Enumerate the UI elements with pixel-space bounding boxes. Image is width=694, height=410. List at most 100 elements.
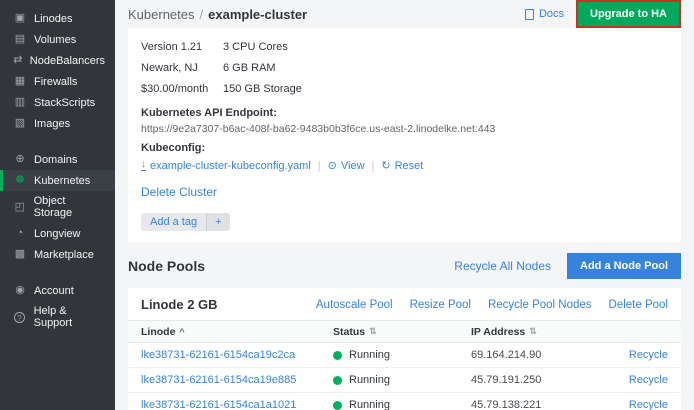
sidebar-item-label: Account: [34, 285, 74, 297]
sidebar-item-label: Domains: [34, 154, 77, 166]
docs-link-label: Docs: [539, 8, 564, 20]
firewalls-icon: [13, 75, 27, 88]
api-endpoint-url: https://9e2a7307-b6ac-408f-ba62-9483b0b3…: [141, 123, 668, 135]
delete-cluster-link[interactable]: Delete Cluster: [141, 185, 217, 199]
spec-price: $30.00/month: [141, 79, 223, 100]
resize-pool-link[interactable]: Resize Pool: [410, 299, 471, 311]
sidebar-item-label: Images: [34, 118, 70, 130]
sidebar-item-label: NodeBalancers: [30, 55, 105, 67]
sidebar-item-help-support[interactable]: Help & Support: [0, 301, 115, 333]
spec-region: Newark, NJ: [141, 58, 223, 79]
sidebar-item-marketplace[interactable]: Marketplace: [0, 244, 115, 265]
recycle-pool-nodes-link[interactable]: Recycle Pool Nodes: [488, 299, 592, 311]
sidebar-item-longview[interactable]: Longview: [0, 223, 115, 244]
sidebar-item-object-storage[interactable]: Object Storage: [0, 191, 115, 223]
linode-link[interactable]: lke38731-62161-6154ca1a1021: [141, 399, 333, 410]
table-row: lke38731-62161-6154ca19c2ca Running 69.1…: [128, 343, 681, 368]
docs-icon: [525, 9, 534, 20]
node-pool-card: Linode 2 GB Autoscale Pool Resize Pool R…: [128, 288, 681, 410]
api-endpoint-label: Kubernetes API Endpoint:: [141, 107, 668, 119]
ip-address: 45.79.138.221: [471, 399, 606, 410]
kubernetes-icon: [13, 174, 27, 187]
status-running-icon: [333, 376, 342, 385]
plus-icon: +: [206, 213, 229, 231]
node-pools-header: Node Pools Recycle All Nodes Add a Node …: [128, 253, 681, 279]
sort-icon: ⇅: [369, 326, 377, 337]
recycle-link[interactable]: Recycle: [606, 374, 668, 386]
images-icon: [13, 117, 27, 130]
delete-pool-link[interactable]: Delete Pool: [609, 299, 668, 311]
topbar-actions: Docs Upgrade to HA: [525, 0, 681, 28]
volumes-icon: [13, 33, 27, 46]
pool-actions: Autoscale Pool Resize Pool Recycle Pool …: [316, 299, 668, 311]
status-cell: Running: [333, 374, 471, 386]
sidebar-item-kubernetes[interactable]: Kubernetes: [0, 170, 115, 191]
kubeconfig-reset-link[interactable]: Reset: [381, 159, 423, 172]
status-label: Running: [349, 349, 390, 361]
linode-link[interactable]: lke38731-62161-6154ca19e885: [141, 374, 333, 386]
nodebalancers-icon: [13, 54, 23, 67]
autoscale-pool-link[interactable]: Autoscale Pool: [316, 299, 393, 311]
breadcrumb-kubernetes-link[interactable]: Kubernetes: [128, 7, 195, 22]
table-row: lke38731-62161-6154ca19e885 Running 45.7…: [128, 368, 681, 393]
add-node-pool-button[interactable]: Add a Node Pool: [567, 253, 681, 279]
reset-icon: [381, 159, 390, 172]
linode-link[interactable]: lke38731-62161-6154ca19c2ca: [141, 349, 333, 361]
node-pools-title: Node Pools: [128, 258, 205, 274]
app-window: Linodes Volumes NodeBalancers Firewalls …: [0, 0, 694, 410]
longview-icon: [13, 227, 27, 240]
column-header-ip-address[interactable]: IP Address ⇅: [471, 326, 606, 338]
upgrade-to-ha-button[interactable]: Upgrade to HA: [578, 2, 679, 26]
recycle-link[interactable]: Recycle: [606, 399, 668, 410]
sidebar-item-volumes[interactable]: Volumes: [0, 29, 115, 50]
annotation-highlight-box: Upgrade to HA: [576, 0, 681, 28]
sort-icon: ⇅: [529, 326, 537, 337]
column-header-status[interactable]: Status ⇅: [333, 326, 471, 338]
view-label: View: [341, 160, 365, 172]
sidebar-item-linodes[interactable]: Linodes: [0, 8, 115, 29]
sort-asc-icon: ^: [179, 327, 184, 337]
sidebar-item-domains[interactable]: Domains: [0, 149, 115, 170]
recycle-link[interactable]: Recycle: [606, 349, 668, 361]
spec-version: Version 1.21: [141, 37, 223, 58]
spec-row: $30.00/month 150 GB Storage: [141, 79, 668, 100]
sidebar-item-label: Volumes: [34, 34, 76, 46]
recycle-all-nodes-link[interactable]: Recycle All Nodes: [454, 259, 551, 273]
kubeconfig-download-link[interactable]: example-cluster-kubeconfig.yaml: [141, 160, 311, 172]
pool-card-header: Linode 2 GB Autoscale Pool Resize Pool R…: [128, 288, 681, 320]
sidebar: Linodes Volumes NodeBalancers Firewalls …: [0, 0, 115, 410]
sidebar-item-account[interactable]: Account: [0, 280, 115, 301]
kubeconfig-file-name: example-cluster-kubeconfig.yaml: [150, 160, 311, 172]
object-storage-icon: [13, 201, 27, 214]
breadcrumb: Kubernetes / example-cluster: [128, 7, 307, 22]
cluster-summary-card: Version 1.21 3 CPU Cores Newark, NJ 6 GB…: [128, 28, 681, 242]
add-tag-label: Add a tag: [141, 213, 206, 231]
main-content: Kubernetes / example-cluster Docs Upgrad…: [115, 0, 694, 410]
sidebar-item-images[interactable]: Images: [0, 113, 115, 134]
sidebar-item-label: Linodes: [34, 13, 73, 25]
pool-table-header: Linode ^ Status ⇅ IP Address ⇅: [128, 320, 681, 343]
topbar: Kubernetes / example-cluster Docs Upgrad…: [128, 0, 681, 28]
tag-row: Add a tag +: [141, 212, 668, 231]
column-label: Status: [333, 326, 365, 338]
column-label: Linode: [141, 326, 175, 338]
stackscripts-icon: [13, 96, 27, 109]
sidebar-item-stackscripts[interactable]: StackScripts: [0, 92, 115, 113]
account-icon: [13, 284, 27, 297]
docs-link[interactable]: Docs: [525, 8, 564, 20]
add-tag-button[interactable]: Add a tag +: [141, 213, 230, 231]
spec-cpu: 3 CPU Cores: [223, 37, 668, 58]
kubeconfig-view-link[interactable]: View: [328, 159, 365, 172]
pool-name: Linode 2 GB: [141, 297, 218, 312]
kubeconfig-row: example-cluster-kubeconfig.yaml | View |…: [141, 159, 668, 172]
column-label: IP Address: [471, 326, 525, 338]
sidebar-item-label: Object Storage: [34, 195, 105, 219]
sidebar-item-firewalls[interactable]: Firewalls: [0, 71, 115, 92]
ip-address: 69.164.214.90: [471, 349, 606, 361]
column-header-linode[interactable]: Linode ^: [141, 326, 333, 338]
sidebar-item-label: Kubernetes: [34, 175, 90, 187]
sidebar-item-label: Marketplace: [34, 249, 94, 261]
status-cell: Running: [333, 399, 471, 410]
kubeconfig-label: Kubeconfig:: [141, 142, 668, 154]
sidebar-item-nodebalancers[interactable]: NodeBalancers: [0, 50, 115, 71]
